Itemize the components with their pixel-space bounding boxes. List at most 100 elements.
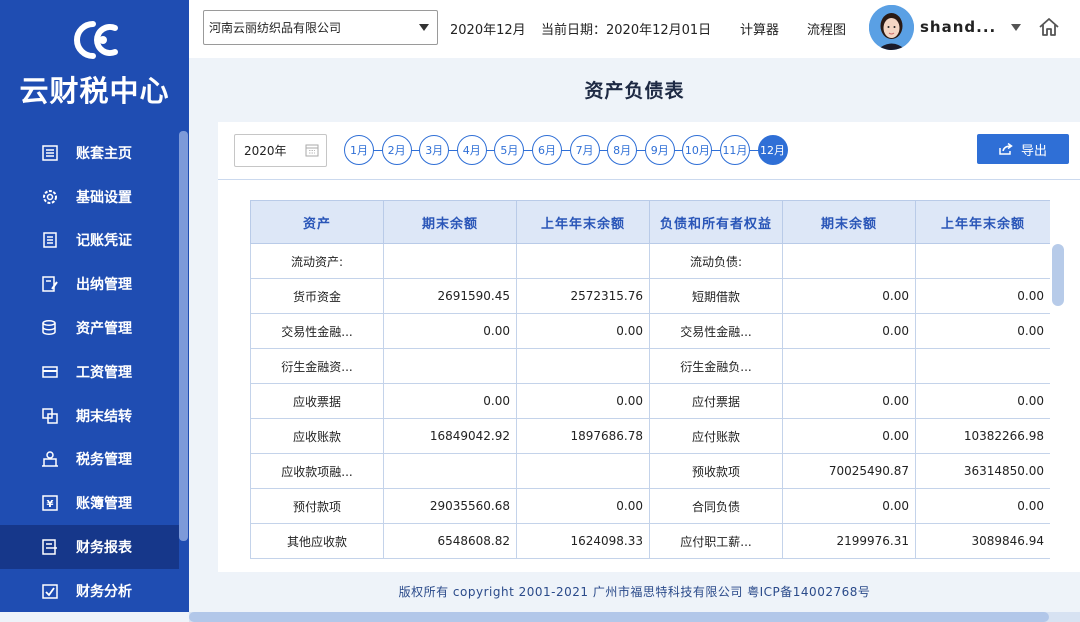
- cell-asset-ending: 0.00: [383, 313, 517, 349]
- gear-icon: [40, 187, 60, 207]
- month-7[interactable]: 7月: [569, 135, 600, 165]
- sidebar-item-label: 期末结转: [76, 408, 132, 425]
- cell-asset-prior: 2572315.76: [516, 278, 650, 314]
- user-menu-caret-icon[interactable]: [1011, 24, 1021, 31]
- home-icon[interactable]: [1037, 15, 1061, 39]
- cell-liability-ending: 70025490.87: [782, 453, 916, 489]
- sidebar-item-ledger-home[interactable]: 账套主页: [0, 131, 179, 175]
- cell-liability-ending: 0.00: [782, 418, 916, 454]
- sidebar-item-books[interactable]: ¥ 账簿管理: [0, 481, 179, 525]
- balance-sheet-table: 资产 期末余额 上年年末余额 负债和所有者权益 期末余额 上年年末余额 流动资产…: [250, 200, 1050, 559]
- sidebar-item-cashier[interactable]: 出纳管理: [0, 262, 179, 306]
- flowchart-link[interactable]: 流程图: [807, 19, 846, 38]
- year-picker-value: 2020年: [244, 144, 287, 158]
- sidebar-scrollbar[interactable]: [179, 131, 188, 541]
- period-label: 2020年12月: [450, 23, 526, 38]
- top-header: 河南云丽纺织品有限公司 2020年12月 当前日期：2020年12月01日 计算…: [189, 0, 1080, 58]
- avatar[interactable]: [869, 5, 914, 50]
- month-2[interactable]: 2月: [381, 135, 412, 165]
- sidebar-item-label: 资产管理: [76, 321, 132, 338]
- month-4[interactable]: 4月: [456, 135, 487, 165]
- cell-asset-ending: 16849042.92: [383, 418, 517, 454]
- horizontal-scrollbar-thumb[interactable]: [189, 612, 1049, 622]
- page-title: 资产负债表: [584, 80, 685, 102]
- cell-asset-ending: 6548608.82: [383, 523, 517, 559]
- export-button[interactable]: 导出: [977, 134, 1069, 164]
- cell-asset-name: 应收票据: [250, 383, 384, 419]
- caret-down-icon: [419, 24, 429, 31]
- table-scrollbar[interactable]: [1052, 244, 1064, 306]
- cell-liability-prior: 0.00: [915, 278, 1050, 314]
- table-row: 预付款项 29035560.68 0.00 合同负债 0.00 0.00: [250, 488, 1050, 524]
- month-1[interactable]: 1月: [344, 135, 374, 165]
- cell-asset-prior: 1897686.78: [516, 418, 650, 454]
- col-header-assets: 资产: [250, 200, 384, 244]
- month-11[interactable]: 11月: [719, 135, 750, 165]
- sidebar-item-payroll[interactable]: 工资管理: [0, 350, 179, 394]
- cell-liability-prior: 36314850.00: [915, 453, 1050, 489]
- calendar-icon: [305, 144, 319, 157]
- table-header-row: 资产 期末余额 上年年末余额 负债和所有者权益 期末余额 上年年末余额: [250, 200, 1050, 244]
- cell-liability-prior: 0.00: [915, 313, 1050, 349]
- tax-icon: [40, 449, 60, 469]
- table-row: 货币资金 2691590.45 2572315.76 短期借款 0.00 0.00: [250, 278, 1050, 314]
- month-12[interactable]: 12月: [757, 135, 788, 165]
- table-row: 流动资产: 流动负债:: [250, 243, 1050, 279]
- logo-icon: [73, 21, 118, 59]
- cell-liability-name: 预收款项: [649, 453, 783, 489]
- cell-asset-ending: [383, 453, 517, 489]
- table-row: 其他应收款 6548608.82 1624098.33 应付职工薪... 2199976…: [250, 523, 1050, 559]
- cell-asset-name: 衍生金融资...: [250, 348, 384, 384]
- year-picker[interactable]: 2020年: [234, 134, 327, 167]
- cell-liability-ending: [782, 348, 916, 384]
- company-select[interactable]: 河南云丽纺织品有限公司: [203, 10, 438, 45]
- cell-liability-prior: 0.00: [915, 383, 1050, 419]
- month-5[interactable]: 5月: [494, 135, 525, 165]
- yen-icon: ¥: [40, 493, 60, 513]
- cell-asset-ending: 29035560.68: [383, 488, 517, 524]
- cell-asset-prior: [516, 243, 650, 279]
- month-3[interactable]: 3月: [419, 135, 450, 165]
- sidebar-item-vouchers[interactable]: 记账凭证: [0, 219, 179, 263]
- analysis-icon: [40, 581, 60, 601]
- sidebar-item-label: 财务报表: [76, 540, 132, 557]
- sidebar-item-label: 工资管理: [76, 364, 132, 381]
- balance-sheet-table-container: 资产 期末余额 上年年末余额 负债和所有者权益 期末余额 上年年末余额 流动资产…: [250, 200, 1050, 572]
- cell-asset-ending: 2691590.45: [383, 278, 517, 314]
- cell-asset-prior: 0.00: [516, 488, 650, 524]
- cell-asset-ending: [383, 243, 517, 279]
- sidebar-item-basic-settings[interactable]: 基础设置: [0, 175, 179, 219]
- month-9[interactable]: 9月: [644, 135, 675, 165]
- table-row: 应收票据 0.00 0.00 应付票据 0.00 0.00: [250, 383, 1050, 419]
- logo: 云财税中心: [0, 0, 189, 120]
- sidebar-item-financial-analysis[interactable]: 财务分析: [0, 569, 179, 612]
- month-8[interactable]: 8月: [607, 135, 638, 165]
- svg-text:¥: ¥: [47, 499, 54, 510]
- cell-liability-prior: 10382266.98: [915, 418, 1050, 454]
- username[interactable]: shand...: [920, 18, 996, 36]
- sidebar-item-label: 记账凭证: [76, 233, 132, 250]
- cell-asset-name: 应收款项融...: [250, 453, 384, 489]
- sidebar-item-financial-reports[interactable]: 财务报表: [0, 525, 179, 569]
- transfer-icon: [40, 406, 60, 426]
- horizontal-scrollbar[interactable]: [189, 612, 1080, 622]
- sidebar-item-label: 基础设置: [76, 189, 132, 206]
- calculator-link[interactable]: 计算器: [740, 19, 779, 38]
- sidebar-item-label: 税务管理: [76, 452, 132, 469]
- sidebar-item-assets[interactable]: 资产管理: [0, 306, 179, 350]
- month-10[interactable]: 10月: [682, 135, 713, 165]
- cell-liability-name: 流动负债:: [649, 243, 783, 279]
- cell-liability-ending: 0.00: [782, 488, 916, 524]
- month-6[interactable]: 6月: [531, 135, 562, 165]
- sidebar-nav: 账套主页 基础设置 记账凭证 出纳管理 资产管理 工资管理 期末结转 税务管理 …: [0, 131, 179, 612]
- voucher-icon: [40, 230, 60, 250]
- sidebar-item-period-close[interactable]: 期末结转: [0, 394, 179, 438]
- cell-liability-name: 合同负债: [649, 488, 783, 524]
- cell-liability-name: 交易性金融...: [649, 313, 783, 349]
- cell-liability-prior: [915, 243, 1050, 279]
- cell-asset-name: 货币资金: [250, 278, 384, 314]
- sidebar-item-tax[interactable]: 税务管理: [0, 438, 179, 482]
- cell-asset-prior: [516, 453, 650, 489]
- col-header-assets-prior: 上年年末余额: [516, 200, 650, 244]
- cell-liability-ending: 2199976.31: [782, 523, 916, 559]
